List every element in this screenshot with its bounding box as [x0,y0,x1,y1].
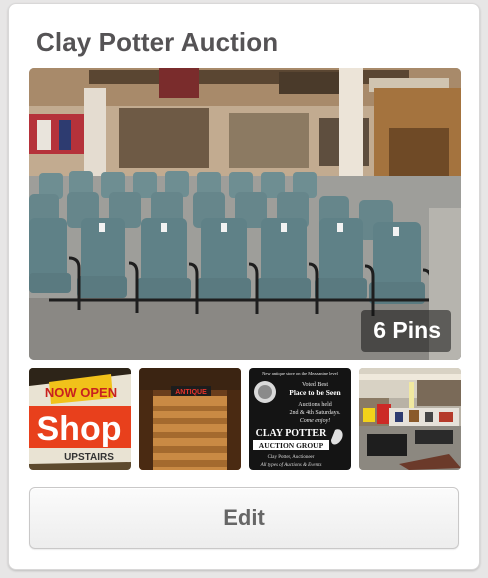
board-cover-image[interactable]: 6 Pins [29,68,461,360]
thumbnail-strip: NOW OPEN Shop UPSTAIRS ANTIQUE New antiq… [29,368,461,470]
thumbnail-flyer[interactable]: New antique store on the Mezzanine level… [249,368,351,470]
flyer-place-line: Place to be Seen [289,388,341,397]
thumbnail-shop-sign[interactable]: NOW OPEN Shop UPSTAIRS [29,368,131,470]
shop-sign-photo: NOW OPEN Shop UPSTAIRS [29,368,131,470]
flyer-dates-line: 2nd & 4th Saturdays. [290,410,341,416]
stairs-sign-text: ANTIQUE [175,389,207,396]
flyer-auctioneer-line: Clay Potter, Auctioneer [268,455,315,460]
pin-count-badge: 6 Pins [361,310,451,352]
clay-potter-flyer-image: New antique store on the Mezzanine level… [249,368,351,470]
flyer-auction-line: Auctions held [298,402,332,408]
flyer-come-line: Come enjoy! [300,418,331,424]
shop-sign-word: Shop [37,410,122,448]
antique-stairs-photo: ANTIQUE [139,368,241,470]
thumbnail-stairs[interactable]: ANTIQUE [139,368,241,470]
edit-board-button[interactable]: Edit [29,487,459,549]
flyer-types-line: All types of Auctions & Events [260,463,322,468]
board-card: Clay Potter Auction 6 Pins NOW OPEN Shop… [8,3,480,570]
flyer-brand-line-2: AUCTION GROUP [259,441,324,450]
board-title[interactable]: Clay Potter Auction [36,27,278,58]
shop-sign-top-text: NOW OPEN [45,385,117,400]
thumbnail-store-interior[interactable] [359,368,461,470]
flyer-top-line: New antique store on the Mezzanine level [262,371,338,376]
flyer-brand-line-1: CLAY POTTER [256,428,327,439]
store-interior-photo [359,368,461,470]
shop-sign-bottom-text: UPSTAIRS [64,452,114,463]
